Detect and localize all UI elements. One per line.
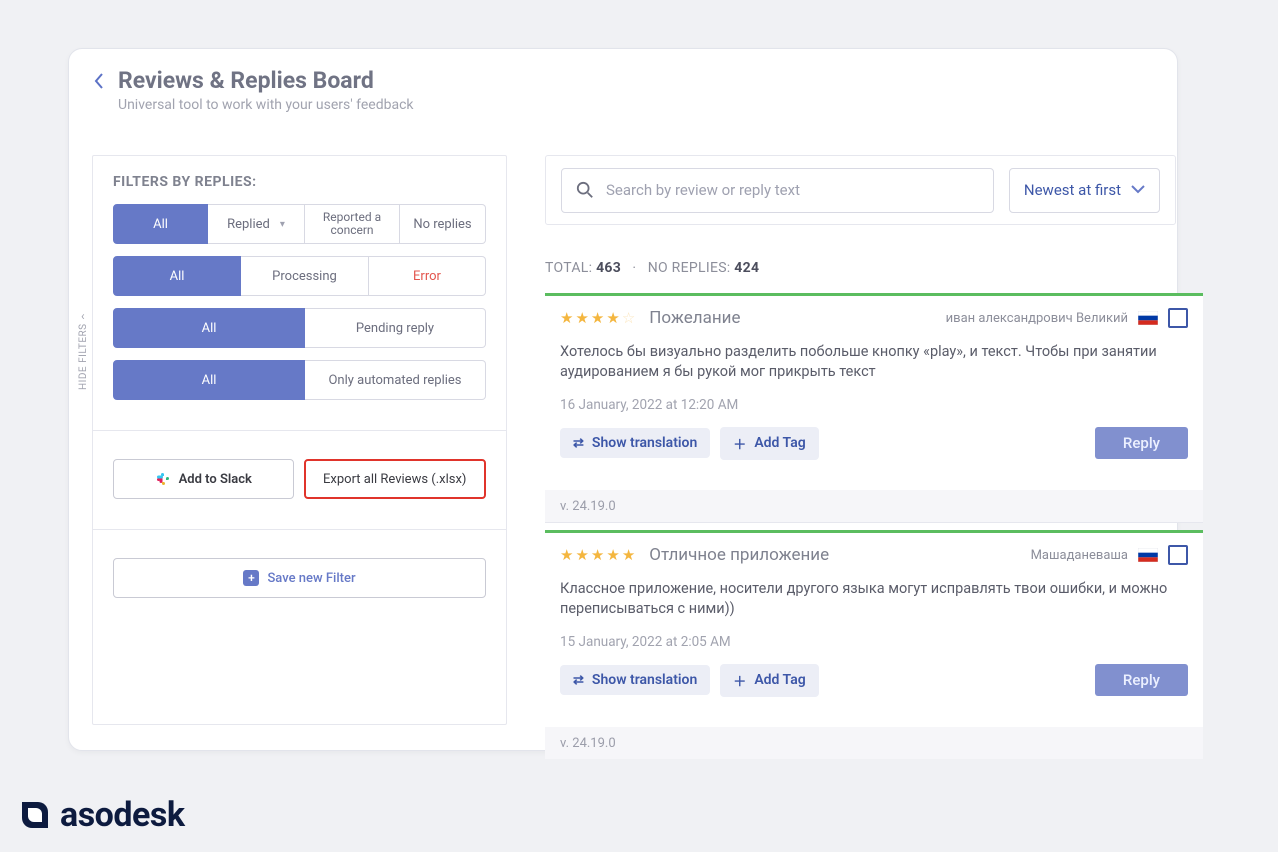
reviews-toolbar: Search by review or reply text Newest at… (545, 155, 1176, 225)
sort-label: Newest at first (1024, 181, 1121, 199)
review-date: 16 January, 2022 at 12:20 AM (560, 397, 1188, 413)
star-icon: ★ (606, 546, 619, 564)
total-value: 463 (596, 260, 621, 276)
star-icon: ☆ (622, 309, 635, 327)
add-tag-label: Add Tag (754, 672, 805, 688)
review-header: ★★★★★ Отличное приложение Машаданеваша (560, 545, 1188, 565)
review-header: ★★★★☆ Пожелание иван александрович Велик… (560, 308, 1188, 328)
divider (93, 430, 506, 431)
filter-row-auto: All Only automated replies (113, 360, 486, 400)
reply-button[interactable]: Reply (1095, 664, 1188, 696)
add-tag-button[interactable]: ＋ Add Tag (720, 427, 818, 460)
filter-pending[interactable]: Pending reply (305, 308, 486, 348)
add-tag-label: Add Tag (754, 435, 805, 451)
filter-processing[interactable]: Processing (241, 256, 369, 296)
star-rating: ★★★★☆ (560, 309, 635, 327)
filters-heading: FILTERS BY REPLIES: (113, 174, 486, 190)
show-translation-button[interactable]: ⇄ Show translation (560, 428, 710, 458)
page-title: Reviews & Replies Board (118, 67, 414, 94)
review-author: Машаданеваша (1031, 548, 1128, 563)
review-date: 15 January, 2022 at 2:05 AM (560, 634, 1188, 650)
review-card: ★★★★★ Отличное приложение Машаданеваша К… (545, 530, 1203, 759)
filter-all-3[interactable]: All (113, 308, 305, 348)
select-review-checkbox[interactable] (1168, 545, 1188, 565)
review-actions: ⇄ Show translation ＋ Add Tag Reply (560, 664, 1188, 697)
translate-icon: ⇄ (573, 673, 584, 688)
select-review-checkbox[interactable] (1168, 308, 1188, 328)
flag-ru-icon (1138, 548, 1158, 562)
star-icon: ★ (560, 546, 573, 564)
search-icon (576, 181, 594, 199)
filter-auto[interactable]: Only automated replies (305, 360, 486, 400)
review-version: v. 24.19.0 (545, 490, 1203, 522)
divider (93, 529, 506, 530)
search-placeholder: Search by review or reply text (606, 181, 800, 199)
hide-filters-label: HIDE FILTERS (78, 323, 89, 390)
slack-icon (155, 471, 171, 487)
star-icon: ★ (606, 309, 619, 327)
star-icon: ★ (591, 546, 604, 564)
filter-row-processing: All Processing Error (113, 256, 486, 296)
filter-replied[interactable]: Replied ▾ (208, 204, 305, 244)
star-icon: ★ (560, 309, 573, 327)
review-version: v. 24.19.0 (545, 727, 1203, 759)
review-body: Хотелось бы визуально разделить побольше… (560, 342, 1188, 383)
filter-row-pending: All Pending reply (113, 308, 486, 348)
star-rating: ★★★★★ (560, 546, 635, 564)
filters-panel: FILTERS BY REPLIES: All Replied ▾ Report… (92, 155, 507, 725)
filter-no-replies[interactable]: No replies (400, 204, 486, 244)
brand-logo: asodesk (22, 795, 184, 835)
save-filter-button[interactable]: + Save new Filter (113, 558, 486, 598)
review-title: Отличное приложение (649, 545, 829, 565)
export-reviews-button[interactable]: Export all Reviews (.xlsx) (304, 459, 487, 499)
add-to-slack-label: Add to Slack (179, 472, 252, 487)
review-title: Пожелание (649, 308, 740, 328)
reply-button[interactable]: Reply (1095, 427, 1188, 459)
chevron-down-icon: ▾ (280, 219, 285, 230)
star-icon: ★ (591, 309, 604, 327)
totals-sep: · (625, 260, 644, 276)
brand-name: asodesk (60, 795, 184, 835)
brand-mark-icon (22, 802, 48, 828)
flag-ru-icon (1138, 311, 1158, 325)
review-author: иван александрович Великий (946, 311, 1128, 326)
review-actions: ⇄ Show translation ＋ Add Tag Reply (560, 427, 1188, 460)
back-chevron-icon[interactable] (94, 67, 104, 94)
plus-icon: + (243, 570, 259, 586)
star-icon: ★ (575, 309, 588, 327)
sort-dropdown[interactable]: Newest at first (1009, 168, 1160, 213)
page-header: Reviews & Replies Board Universal tool t… (69, 49, 1177, 113)
plus-icon: ＋ (733, 434, 746, 453)
save-filter-label: Save new Filter (267, 571, 355, 586)
show-translation-button[interactable]: ⇄ Show translation (560, 665, 710, 695)
filter-reported[interactable]: Reported a concern (305, 204, 400, 244)
filter-all-4[interactable]: All (113, 360, 305, 400)
filter-row-reply-status: All Replied ▾ Reported a concern No repl… (113, 204, 486, 244)
export-reviews-label: Export all Reviews (.xlsx) (323, 472, 466, 487)
page-subtitle: Universal tool to work with your users' … (118, 97, 414, 113)
plus-icon: ＋ (733, 671, 746, 690)
search-input[interactable]: Search by review or reply text (561, 168, 994, 213)
filter-error[interactable]: Error (369, 256, 486, 296)
add-tag-button[interactable]: ＋ Add Tag (720, 664, 818, 697)
totals-bar: TOTAL: 463 · NO REPLIES: 424 (545, 260, 759, 276)
filter-replied-label: Replied (227, 217, 270, 232)
add-to-slack-button[interactable]: Add to Slack (113, 459, 294, 499)
total-label: TOTAL: (545, 260, 596, 276)
star-icon: ★ (575, 546, 588, 564)
review-body: Классное приложение, носители другого яз… (560, 579, 1188, 620)
noreply-value: 424 (734, 260, 759, 276)
translate-icon: ⇄ (573, 436, 584, 451)
noreply-label: NO REPLIES: (648, 260, 735, 276)
filter-all-2[interactable]: All (113, 256, 241, 296)
review-card: ★★★★☆ Пожелание иван александрович Велик… (545, 293, 1203, 523)
hide-filters-toggle[interactable]: HIDE FILTERS ‹ (76, 314, 90, 390)
show-translation-label: Show translation (592, 672, 697, 688)
show-translation-label: Show translation (592, 435, 697, 451)
chevron-down-icon (1131, 183, 1145, 198)
chevron-left-icon: ‹ (81, 309, 85, 323)
filter-all[interactable]: All (113, 204, 208, 244)
star-icon: ★ (622, 546, 635, 564)
